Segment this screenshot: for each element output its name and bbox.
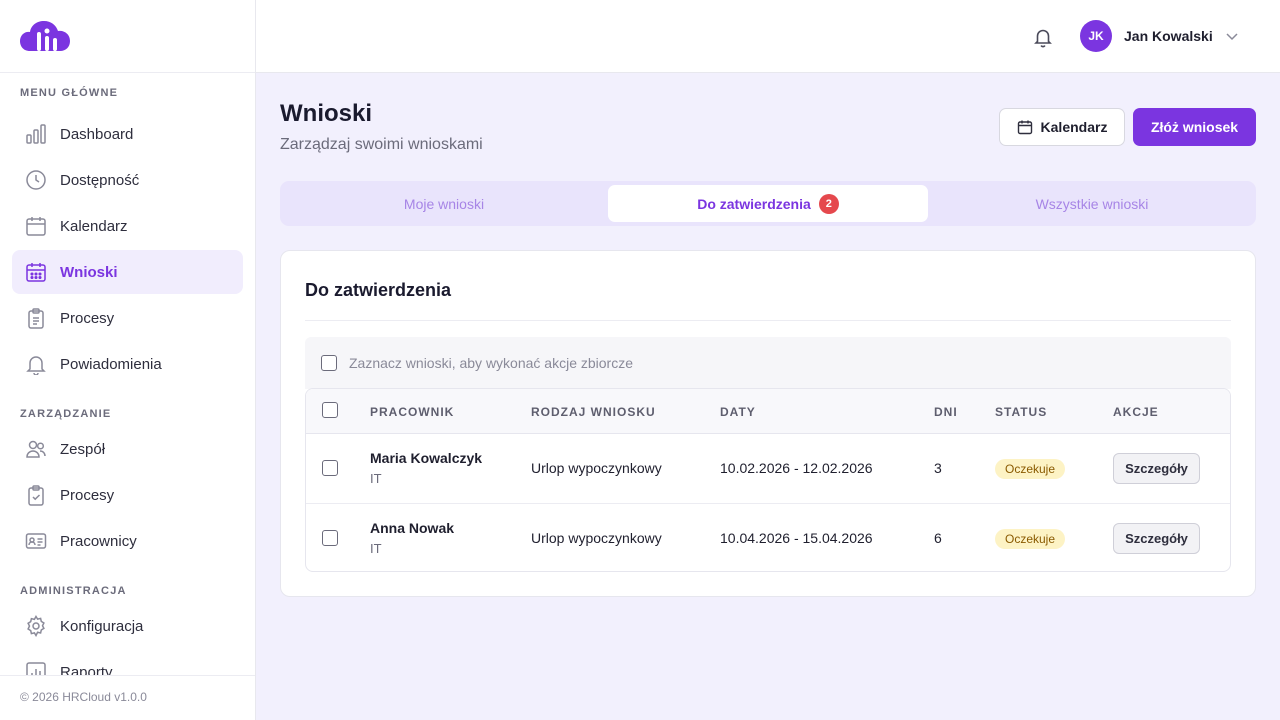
sidebar-item-label: Konfiguracja bbox=[60, 617, 144, 635]
request-dates: 10.02.2026 - 12.02.2026 bbox=[720, 460, 873, 476]
approval-card: Do zatwierdzenia Zaznacz wnioski, aby wy… bbox=[280, 250, 1256, 597]
sidebar-item-processes[interactable]: Procesy bbox=[12, 296, 243, 340]
tab-label: Wszystkie wnioski bbox=[1035, 195, 1149, 212]
employee-name: Maria Kowalczyk bbox=[370, 450, 483, 466]
sidebar-item-dashboard[interactable]: Dashboard bbox=[12, 112, 243, 156]
avatar: JK bbox=[1080, 20, 1112, 52]
table-header: PRACOWNIK RODZAJ WNIOSKU DATY DNI STATUS… bbox=[306, 389, 1230, 434]
sidebar-footer: © 2026 HRCloud v1.0.0 bbox=[0, 675, 255, 720]
clipboard-check-icon bbox=[25, 484, 47, 506]
bulk-select-checkbox[interactable] bbox=[321, 355, 337, 371]
sidebar-item-processes-management[interactable]: Procesy bbox=[12, 473, 243, 517]
logo[interactable] bbox=[0, 0, 255, 73]
row-checkbox[interactable] bbox=[322, 530, 338, 546]
calendar-button-label: Kalendarz bbox=[1040, 119, 1108, 135]
column-header-request-type: RODZAJ WNIOSKU bbox=[531, 405, 656, 419]
chevron-down-icon bbox=[1226, 33, 1238, 41]
request-type: Urlop wypoczynkowy bbox=[531, 460, 662, 476]
sidebar-item-employees[interactable]: Pracownicy bbox=[12, 519, 243, 563]
table-row: Maria Kowalczyk IT Urlop wypoczynkowy 10… bbox=[306, 434, 1230, 503]
sidebar-item-team[interactable]: Zespół bbox=[12, 427, 243, 471]
gear-icon bbox=[25, 615, 47, 637]
request-days: 6 bbox=[934, 530, 942, 546]
column-header-employee: PRACOWNIK bbox=[370, 405, 455, 419]
request-type: Urlop wypoczynkowy bbox=[531, 530, 662, 546]
clock-icon bbox=[25, 169, 47, 191]
sidebar-item-label: Dostępność bbox=[60, 171, 140, 189]
sidebar-item-label: Kalendarz bbox=[60, 217, 128, 235]
submit-request-button[interactable]: Złóż wniosek bbox=[1133, 108, 1256, 146]
column-header-dates: DATY bbox=[720, 405, 756, 419]
request-days: 3 bbox=[934, 460, 942, 476]
column-header-actions: AKCJE bbox=[1113, 405, 1159, 419]
sidebar-item-notifications[interactable]: Powiadomienia bbox=[12, 342, 243, 386]
sidebar-item-label: Procesy bbox=[60, 309, 115, 327]
sidebar-item-label: Wnioski bbox=[60, 263, 118, 281]
column-header-status: STATUS bbox=[995, 405, 1048, 419]
page-title: Wnioski bbox=[280, 100, 373, 127]
sidebar-item-requests[interactable]: Wnioski bbox=[12, 250, 243, 294]
clipboard-icon bbox=[25, 307, 47, 329]
bulk-actions-bar: Zaznacz wnioski, aby wykonać akcje zbior… bbox=[305, 337, 1231, 389]
requests-table: PRACOWNIK RODZAJ WNIOSKU DATY DNI STATUS… bbox=[305, 388, 1231, 572]
sidebar: MENU GŁÓWNE Dashboard Dostępność Kalenda… bbox=[0, 0, 256, 720]
table-row: Anna Nowak IT Urlop wypoczynkowy 10.04.2… bbox=[306, 503, 1230, 571]
users-icon bbox=[25, 438, 47, 460]
bell-icon bbox=[25, 353, 47, 375]
calendar-icon bbox=[1017, 120, 1032, 135]
sidebar-item-reports[interactable]: Raporty bbox=[12, 650, 243, 675]
sidebar-item-calendar[interactable]: Kalendarz bbox=[12, 204, 243, 248]
id-card-icon bbox=[25, 530, 47, 552]
employee-name: Anna Nowak bbox=[370, 520, 455, 536]
calendar-button[interactable]: Kalendarz bbox=[999, 108, 1125, 146]
user-name: Jan Kowalski bbox=[1124, 28, 1213, 44]
count-badge: 2 bbox=[818, 193, 839, 214]
status-badge: Oczekuje bbox=[995, 529, 1066, 549]
column-header-days: DNI bbox=[934, 405, 958, 419]
sidebar-item-label: Zespół bbox=[60, 440, 106, 458]
details-button[interactable]: Szczegóły bbox=[1113, 453, 1200, 484]
report-chart-icon bbox=[25, 661, 47, 675]
tab-to-approve[interactable]: Do zatwierdzenia 2 bbox=[608, 185, 928, 222]
request-dates: 10.04.2026 - 15.04.2026 bbox=[720, 530, 873, 546]
page-subtitle: Zarządzaj swoimi wnioskami bbox=[280, 136, 483, 153]
card-title: Do zatwierdzenia bbox=[305, 280, 452, 300]
notifications-bell-icon[interactable] bbox=[1032, 26, 1054, 48]
row-checkbox[interactable] bbox=[322, 460, 338, 476]
sidebar-nav: MENU GŁÓWNE Dashboard Dostępność Kalenda… bbox=[0, 73, 255, 675]
tab-label: Do zatwierdzenia bbox=[697, 195, 811, 212]
status-badge: Oczekuje bbox=[995, 459, 1066, 479]
section-title-management: ZARZĄDZANIE bbox=[20, 408, 112, 420]
sidebar-item-label: Raporty bbox=[60, 663, 113, 676]
sidebar-item-configuration[interactable]: Konfiguracja bbox=[12, 604, 243, 648]
divider bbox=[305, 320, 1231, 321]
tabs: Moje wnioski Do zatwierdzenia 2 Wszystki… bbox=[280, 181, 1256, 226]
calendar-icon bbox=[25, 215, 47, 237]
sidebar-item-availability[interactable]: Dostępność bbox=[12, 158, 243, 202]
tab-my-requests[interactable]: Moje wnioski bbox=[284, 185, 604, 222]
sidebar-item-label: Dashboard bbox=[60, 125, 134, 143]
topbar: JK Jan Kowalski bbox=[256, 0, 1280, 73]
section-title-main: MENU GŁÓWNE bbox=[20, 87, 119, 99]
select-all-checkbox[interactable] bbox=[322, 402, 338, 418]
bulk-actions-hint: Zaznacz wnioski, aby wykonać akcje zbior… bbox=[349, 355, 634, 371]
details-button[interactable]: Szczegóły bbox=[1113, 523, 1200, 554]
sidebar-item-label: Procesy bbox=[60, 486, 115, 504]
tab-label: Moje wnioski bbox=[403, 195, 485, 212]
tab-all-requests[interactable]: Wszystkie wnioski bbox=[932, 185, 1252, 222]
section-title-admin: ADMINISTRACJA bbox=[20, 585, 127, 597]
user-menu[interactable]: JK Jan Kowalski bbox=[1080, 20, 1239, 52]
calendar-grid-icon bbox=[25, 261, 47, 283]
bar-chart-icon bbox=[25, 123, 47, 145]
hrcloud-logo-icon bbox=[20, 21, 70, 51]
sidebar-item-label: Powiadomienia bbox=[60, 355, 162, 373]
employee-department: IT bbox=[370, 471, 382, 486]
sidebar-item-label: Pracownicy bbox=[60, 532, 137, 550]
employee-department: IT bbox=[370, 541, 382, 556]
